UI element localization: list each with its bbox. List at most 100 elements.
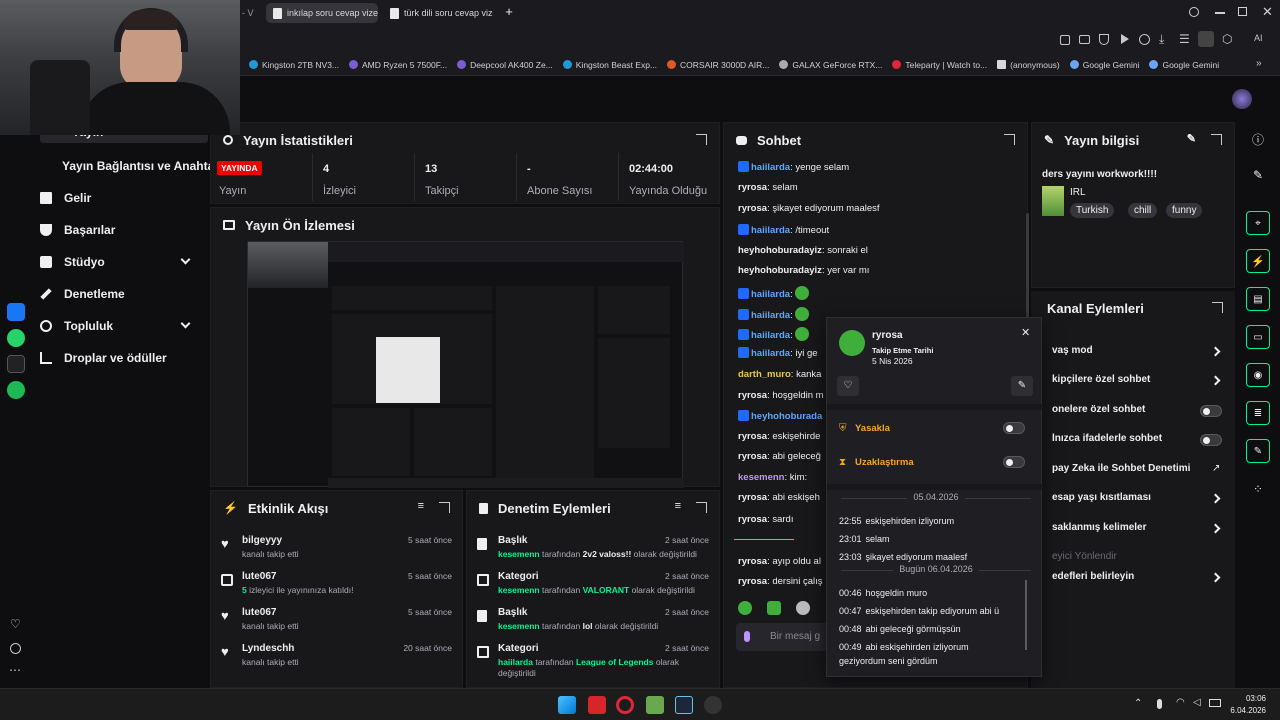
- chat-message[interactable]: ryrosa: abi geleceğ: [738, 451, 821, 462]
- chat-username[interactable]: ryrosa: [738, 556, 767, 567]
- chat-message[interactable]: haiilarda:: [738, 307, 810, 321]
- bookmark[interactable]: Google Gemini: [1065, 60, 1145, 70]
- popout-icon[interactable]: [696, 502, 707, 513]
- chat-username[interactable]: haiilarda: [751, 162, 790, 173]
- chat-username[interactable]: darth_muro: [738, 369, 791, 380]
- browser-tab[interactable]: inkılap soru cevap vize 2 d: [266, 3, 378, 23]
- channel-action-row[interactable]: kipçilere özel sohbet: [1052, 374, 1150, 385]
- chat-username[interactable]: ryrosa: [738, 514, 767, 525]
- chat-username[interactable]: ryrosa: [738, 451, 767, 462]
- sidebar-icon[interactable]: ⬡: [1222, 32, 1232, 46]
- broadcast-icon[interactable]: ◉: [1246, 363, 1270, 387]
- sidebar-item-studyo[interactable]: Stüdyo: [40, 251, 208, 273]
- bookmark[interactable]: GALAX GeForce RTX...: [774, 60, 887, 70]
- clock-icon[interactable]: [10, 643, 21, 654]
- chat-message[interactable]: haiilarda: iyi ge: [738, 347, 818, 359]
- chat-input[interactable]: Bir mesaj g: [736, 623, 836, 651]
- chat-username[interactable]: haiilarda: [751, 348, 790, 359]
- popout-icon[interactable]: [1004, 134, 1015, 145]
- sidebar-item-topluluk[interactable]: Topluluk: [40, 315, 208, 337]
- app-l-icon[interactable]: [588, 696, 606, 714]
- layers-icon[interactable]: ≣: [1246, 401, 1270, 425]
- chat-username[interactable]: haiilarda: [751, 310, 790, 321]
- menu-icon[interactable]: ☰: [1179, 32, 1190, 46]
- mod-action-item[interactable]: Kategori haiilarda tarafından League of …: [477, 643, 709, 687]
- chat-username[interactable]: ryrosa: [738, 576, 767, 587]
- bookmark[interactable]: Google Gemini: [1144, 60, 1224, 70]
- clip-icon[interactable]: ⌖: [1246, 211, 1270, 235]
- activity-item[interactable]: ♥ bilgeyyy kanalı takip etti 5 saat önce: [221, 535, 452, 569]
- mic-icon[interactable]: [1157, 699, 1162, 709]
- history-scrollbar[interactable]: [1025, 580, 1027, 650]
- external-link-icon[interactable]: ↗: [1212, 463, 1220, 474]
- camera-icon[interactable]: [1079, 35, 1090, 44]
- emote-icon[interactable]: [767, 601, 781, 615]
- popout-icon[interactable]: [1212, 302, 1223, 313]
- shield-icon[interactable]: [1099, 34, 1109, 45]
- sidebar-item-gelir[interactable]: Gelir: [40, 187, 91, 209]
- files-icon[interactable]: [646, 696, 664, 714]
- chat-message[interactable]: heyhohoburadayiz: yer var mı: [738, 265, 869, 276]
- mod-action-item[interactable]: Başlık kesemenn tarafından lol olarak de…: [477, 607, 709, 641]
- channel-action-row[interactable]: esap yaşı kısıtlaması: [1052, 492, 1151, 503]
- popout-icon[interactable]: [439, 502, 450, 513]
- popout-icon[interactable]: [696, 134, 707, 145]
- chat-message[interactable]: kesemenn: kim:: [738, 472, 807, 483]
- chat-message[interactable]: ryrosa: eskişehirde: [738, 431, 820, 442]
- chat-username[interactable]: ryrosa: [738, 492, 767, 503]
- opera-icon[interactable]: [616, 696, 634, 714]
- emote-icon[interactable]: [738, 601, 752, 615]
- volume-icon[interactable]: ◁: [1193, 697, 1201, 708]
- channel-action-row[interactable]: edefleri belirleyin: [1052, 571, 1134, 582]
- chat-message[interactable]: haiilarda:: [738, 286, 810, 300]
- sidebar-item-basarilar[interactable]: Başarılar: [40, 219, 115, 241]
- channel-action-toggle[interactable]: [1200, 434, 1222, 446]
- popout-icon[interactable]: [1211, 134, 1222, 145]
- bookmark[interactable]: Kingston Beast Exp...: [558, 60, 662, 70]
- messenger-icon[interactable]: [7, 303, 25, 321]
- ai-icon[interactable]: AI: [1254, 33, 1263, 43]
- heart-icon[interactable]: ♡: [837, 376, 859, 396]
- chat-message[interactable]: ryrosa: sardı: [738, 514, 793, 525]
- battery-icon[interactable]: [1209, 699, 1221, 707]
- chat-message[interactable]: heyhohoburadayiz: sonraki el: [738, 245, 868, 256]
- sidebar-item-droplar[interactable]: Droplar ve ödüller: [40, 347, 167, 369]
- chat-username[interactable]: kesemenn: [738, 472, 784, 483]
- chat-message[interactable]: heyhohoburada: [738, 410, 822, 422]
- chat-message[interactable]: haiilarda: /timeout: [738, 224, 829, 236]
- chat-message[interactable]: ryrosa: şikayet ediyorum maalesf: [738, 203, 880, 214]
- chat-message[interactable]: haiilarda: yenge selam: [738, 161, 849, 173]
- new-tab-button[interactable]: +: [502, 5, 516, 19]
- history-icon[interactable]: [1139, 34, 1150, 45]
- info-icon[interactable]: ⓘ: [1246, 127, 1270, 151]
- x-icon[interactable]: [7, 355, 25, 373]
- stream-preview-video[interactable]: [247, 241, 684, 488]
- chat-username[interactable]: heyhohoburadayiz: [738, 265, 822, 276]
- tray-chevron-icon[interactable]: ⌃: [1134, 698, 1142, 709]
- document-icon[interactable]: ▤: [1246, 287, 1270, 311]
- wrench-icon[interactable]: ✎: [1246, 439, 1270, 463]
- edit-icon[interactable]: [1060, 35, 1070, 45]
- wrench-icon[interactable]: ✎: [1011, 376, 1033, 396]
- lightning-icon[interactable]: ⚡: [1246, 249, 1270, 273]
- edit-icon[interactable]: ✎: [1187, 132, 1196, 145]
- emote-icon[interactable]: [796, 601, 810, 615]
- windows-start-icon[interactable]: [558, 696, 576, 714]
- bookmark[interactable]: Kingston 2TB NV3...: [244, 60, 344, 70]
- wifi-icon[interactable]: ◠: [1176, 697, 1185, 708]
- close-window-icon[interactable]: ✕: [1262, 4, 1273, 20]
- timeout-toggle[interactable]: [1003, 456, 1025, 468]
- chat-message[interactable]: ryrosa: dersini çalış: [738, 576, 823, 587]
- chat-message[interactable]: ryrosa: selam: [738, 182, 798, 193]
- chat-message[interactable]: darth_muro: kanka: [738, 369, 821, 380]
- chat-username[interactable]: heyhohoburada: [751, 411, 822, 422]
- close-icon[interactable]: ✕: [1021, 326, 1030, 339]
- tag[interactable]: Turkish: [1070, 203, 1115, 218]
- filter-icon[interactable]: ≡: [675, 500, 681, 512]
- mod-action-item[interactable]: Başlık kesemenn tarafından 2v2 valoss!! …: [477, 535, 709, 569]
- more-icon[interactable]: ⋯: [9, 663, 21, 677]
- chat-username[interactable]: heyhohoburadayiz: [738, 245, 822, 256]
- filter-icon[interactable]: ≡: [418, 500, 424, 512]
- channel-action-toggle[interactable]: [1200, 405, 1222, 417]
- channel-action-row[interactable]: pay Zeka ile Sohbet Denetimi: [1052, 463, 1190, 474]
